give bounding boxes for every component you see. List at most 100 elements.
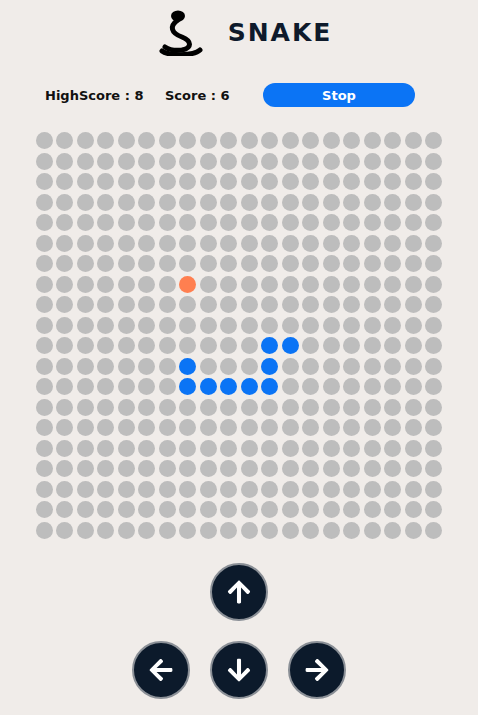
board-cell [220, 235, 237, 252]
board-cell [384, 522, 401, 539]
board-cell [364, 276, 381, 293]
board-cell [138, 378, 155, 395]
board-cell [36, 255, 53, 272]
board-cell [425, 153, 442, 170]
board-cell [220, 255, 237, 272]
board-cell [425, 440, 442, 457]
score-label: Score : 6 [165, 88, 263, 103]
arrow-up-icon [226, 579, 252, 605]
board-cell [261, 194, 278, 211]
board-cell [97, 296, 114, 313]
board-cell [425, 481, 442, 498]
board-cell [425, 173, 442, 190]
score-row: HighScore : 8Score : 6Stop [0, 83, 433, 107]
board-cell [97, 399, 114, 416]
board-cell [384, 358, 401, 375]
board-cell [343, 194, 360, 211]
left-button[interactable] [132, 641, 190, 699]
board-cell [56, 378, 73, 395]
board-cell [425, 235, 442, 252]
board-cell [282, 235, 299, 252]
board-cell [56, 276, 73, 293]
board-cell [36, 337, 53, 354]
board-cell [364, 173, 381, 190]
board-cell [384, 276, 401, 293]
board-cell [425, 522, 442, 539]
board-cell [56, 235, 73, 252]
board-cell [343, 255, 360, 272]
board-cell [118, 317, 135, 334]
board-cell [138, 153, 155, 170]
board-cell [282, 214, 299, 231]
board-cell [323, 481, 340, 498]
board-cell [405, 337, 422, 354]
board-cell [179, 173, 196, 190]
snake-segment [200, 378, 217, 395]
board-cell [425, 296, 442, 313]
board-cell [384, 153, 401, 170]
board-cell [261, 276, 278, 293]
board-cell [282, 501, 299, 518]
board-cell [405, 317, 422, 334]
board-cell [56, 522, 73, 539]
board-cell [282, 399, 299, 416]
board-cell [159, 255, 176, 272]
board-cell [323, 399, 340, 416]
board-cell [220, 460, 237, 477]
board-cell [36, 235, 53, 252]
board-cell [179, 419, 196, 436]
board-cell [282, 132, 299, 149]
board-cell [384, 481, 401, 498]
board-cell [77, 522, 94, 539]
board-cell [261, 296, 278, 313]
right-button[interactable] [288, 641, 346, 699]
board-cell [323, 317, 340, 334]
board-cell [405, 378, 422, 395]
board-cell [179, 235, 196, 252]
board-cell [77, 235, 94, 252]
board-cell [77, 419, 94, 436]
board-cell [364, 296, 381, 313]
board-cell [56, 440, 73, 457]
board-cell [343, 276, 360, 293]
board-cell [405, 358, 422, 375]
board-cell [77, 153, 94, 170]
snake-game: SNAKEHighScore : 8Score : 6Stop [0, 0, 478, 699]
board-cell [118, 194, 135, 211]
up-button[interactable] [210, 563, 268, 621]
board-cell [97, 337, 114, 354]
board-cell [220, 337, 237, 354]
stop-button[interactable]: Stop [263, 83, 415, 107]
board-cell [179, 460, 196, 477]
board-cell [343, 481, 360, 498]
board-cell [56, 132, 73, 149]
board-cell [36, 481, 53, 498]
board-cell [118, 276, 135, 293]
board-cell [241, 481, 258, 498]
board-cell [118, 440, 135, 457]
board-cell [200, 194, 217, 211]
board-cell [323, 132, 340, 149]
board-cell [364, 255, 381, 272]
board-cell [179, 153, 196, 170]
board-cell [138, 522, 155, 539]
board-cell [405, 481, 422, 498]
board-cell [220, 501, 237, 518]
board-cell [241, 153, 258, 170]
board-cell [405, 194, 422, 211]
board-cell [138, 173, 155, 190]
board-cell [323, 235, 340, 252]
board-cell [118, 153, 135, 170]
board-cell [343, 440, 360, 457]
board-cell [97, 317, 114, 334]
board-cell [138, 296, 155, 313]
board-cell [200, 153, 217, 170]
board-cell [56, 460, 73, 477]
board-cell [200, 481, 217, 498]
board-cell [118, 173, 135, 190]
board-cell [241, 255, 258, 272]
board-cell [36, 522, 53, 539]
down-button[interactable] [210, 641, 268, 699]
board-cell [364, 378, 381, 395]
board-cell [405, 419, 422, 436]
